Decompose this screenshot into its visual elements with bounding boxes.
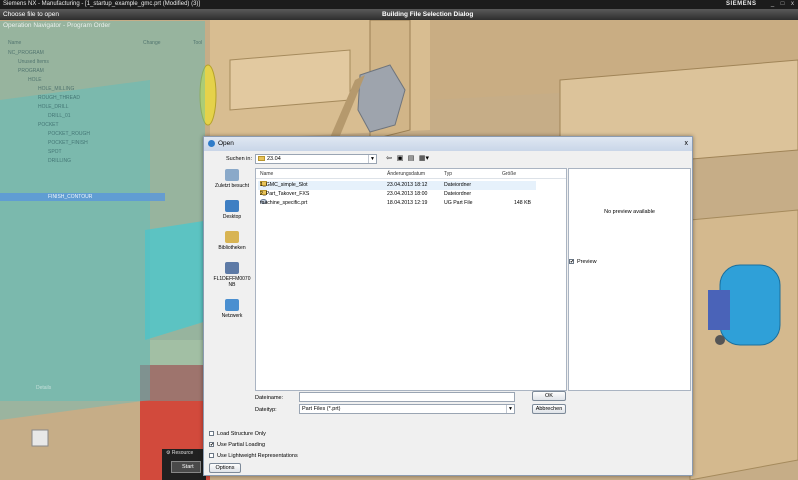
nav-row[interactable]: SPOT — [0, 148, 62, 156]
preview-pane: No preview available — [568, 168, 691, 391]
file-row[interactable]: 1_GMC_simple_Slot 23.04.2013 18:12 Datei… — [258, 181, 536, 190]
new-folder-icon[interactable]: ▤ — [407, 155, 415, 163]
nav-row[interactable]: POCKET — [0, 121, 59, 129]
use-lightweight-checkbox[interactable]: Use Lightweight Representations — [209, 453, 298, 460]
file-row[interactable]: machine_specific.prt 18.04.2013 12:19 UG… — [258, 199, 536, 208]
view-triad-icon[interactable] — [31, 429, 49, 447]
filename-input[interactable] — [299, 392, 515, 402]
navigator-header: Name Change Tool — [8, 40, 205, 48]
column-name[interactable]: Name — [260, 171, 273, 177]
open-dialog: Open x Suchen in: 23.04 ▼ ⇦ ▣ ▤ ▦▾ Zulet… — [203, 136, 693, 476]
chevron-down-icon: ▼ — [368, 155, 376, 163]
back-icon[interactable]: ⇦ — [385, 155, 393, 163]
nav-row[interactable]: DRILLING — [0, 157, 71, 165]
column-date[interactable]: Änderungsdatum — [387, 171, 425, 177]
operation-navigator: Operation Navigator - Program Order Name… — [0, 21, 205, 401]
places-bar: Zuletzt besucht Desktop Bibliotheken FL1… — [210, 169, 254, 319]
place-desktop[interactable]: Desktop — [210, 200, 254, 220]
checkmark-icon: ✔ — [569, 259, 575, 266]
checkmark-icon: ✔ — [209, 442, 215, 449]
place-libraries[interactable]: Bibliotheken — [210, 231, 254, 251]
load-structure-only-checkbox[interactable]: Load Structure Only — [209, 431, 266, 438]
navigator-details[interactable]: Details — [0, 384, 150, 392]
gear-icon: ⚙ — [166, 450, 171, 456]
maximize-button[interactable]: □ — [778, 1, 787, 8]
dialog-title: Open — [218, 140, 234, 147]
nav-row[interactable]: PROGRAM — [0, 67, 44, 75]
use-partial-loading-checkbox[interactable]: ✔ Use Partial Loading — [209, 442, 265, 449]
navigator-title: Operation Navigator - Program Order — [3, 22, 111, 29]
look-in-label: Suchen in: — [226, 156, 252, 162]
filetype-label: Dateityp: — [255, 407, 277, 413]
resource-bar: ⚙ Resource Start — [162, 449, 206, 480]
computer-icon — [225, 262, 239, 274]
desktop-icon — [225, 200, 239, 212]
place-computer[interactable]: FL1DEFFM0070 NB — [210, 262, 254, 288]
nav-row[interactable]: HOLE — [0, 76, 42, 84]
nav-row[interactable]: HOLE_DRILL — [0, 103, 69, 111]
nav-row[interactable]: ROUGH_THREAD — [0, 94, 80, 102]
nav-row[interactable]: POCKET_FINISH — [0, 139, 88, 147]
options-button[interactable]: Options — [209, 463, 241, 473]
column-type[interactable]: Typ — [444, 171, 452, 177]
up-folder-icon[interactable]: ▣ — [396, 155, 404, 163]
libraries-icon — [225, 231, 239, 243]
view-menu-icon[interactable]: ▦▾ — [418, 155, 430, 163]
network-icon — [225, 299, 239, 311]
nav-row[interactable]: HOLE_MILLING — [0, 85, 74, 93]
no-preview-text: No preview available — [604, 209, 655, 215]
chevron-down-icon: ▼ — [506, 405, 514, 413]
nav-row-selected[interactable]: FINISH_CONTOUR — [0, 193, 165, 201]
resource-label: ⚙ Resource — [166, 450, 194, 456]
nav-row[interactable]: POCKET_ROUGH — [0, 130, 90, 138]
place-network[interactable]: Netzwerk — [210, 299, 254, 319]
window-close-button[interactable]: x — [788, 1, 797, 8]
file-list-header: Name Änderungsdatum Typ Größe — [256, 169, 566, 179]
look-in-dropdown[interactable]: 23.04 ▼ — [255, 154, 377, 164]
start-button[interactable]: Start — [171, 461, 201, 473]
title-bar: Siemens NX - Manufacturing - [1_startup_… — [0, 0, 798, 9]
minimize-button[interactable]: _ — [768, 1, 777, 8]
dialog-titlebar: Open x — [204, 137, 692, 151]
dialog-close-button[interactable]: x — [685, 137, 689, 151]
file-list[interactable]: Name Änderungsdatum Typ Größe 1_GMC_simp… — [255, 168, 567, 391]
filetype-dropdown[interactable]: Part Files (*.prt) ▼ — [299, 404, 515, 414]
folder-icon — [258, 156, 265, 162]
cancel-button[interactable]: Abbrechen — [532, 404, 566, 414]
ok-button[interactable]: OK — [532, 391, 566, 401]
recent-places-icon — [225, 169, 239, 181]
file-row[interactable]: 2_Part_Takover_FXS 23.04.2013 18:00 Date… — [258, 190, 536, 199]
filename-label: Dateiname: — [255, 395, 284, 401]
place-recent[interactable]: Zuletzt besucht — [210, 169, 254, 189]
nav-row[interactable]: Unused Items — [0, 58, 49, 66]
status-dialog-name: Building File Selection Dialog — [382, 11, 474, 18]
window-title: Siemens NX - Manufacturing - [1_startup_… — [3, 1, 201, 7]
column-name[interactable]: Name — [8, 40, 21, 46]
preview-checkbox[interactable]: ✔ Preview — [569, 259, 597, 266]
column-tool[interactable]: Tool — [193, 40, 202, 46]
brand-logo: SIEMENS — [726, 1, 757, 7]
column-size[interactable]: Größe — [502, 171, 516, 177]
column-change[interactable]: Change — [143, 40, 161, 46]
cue-line: Choose file to open Building File Select… — [0, 9, 798, 20]
nav-row[interactable]: NC_PROGRAM — [0, 49, 44, 57]
cue-prompt: Choose file to open — [3, 11, 60, 18]
nx-icon — [208, 140, 215, 147]
nav-row[interactable]: DRILL_01 — [0, 112, 71, 120]
